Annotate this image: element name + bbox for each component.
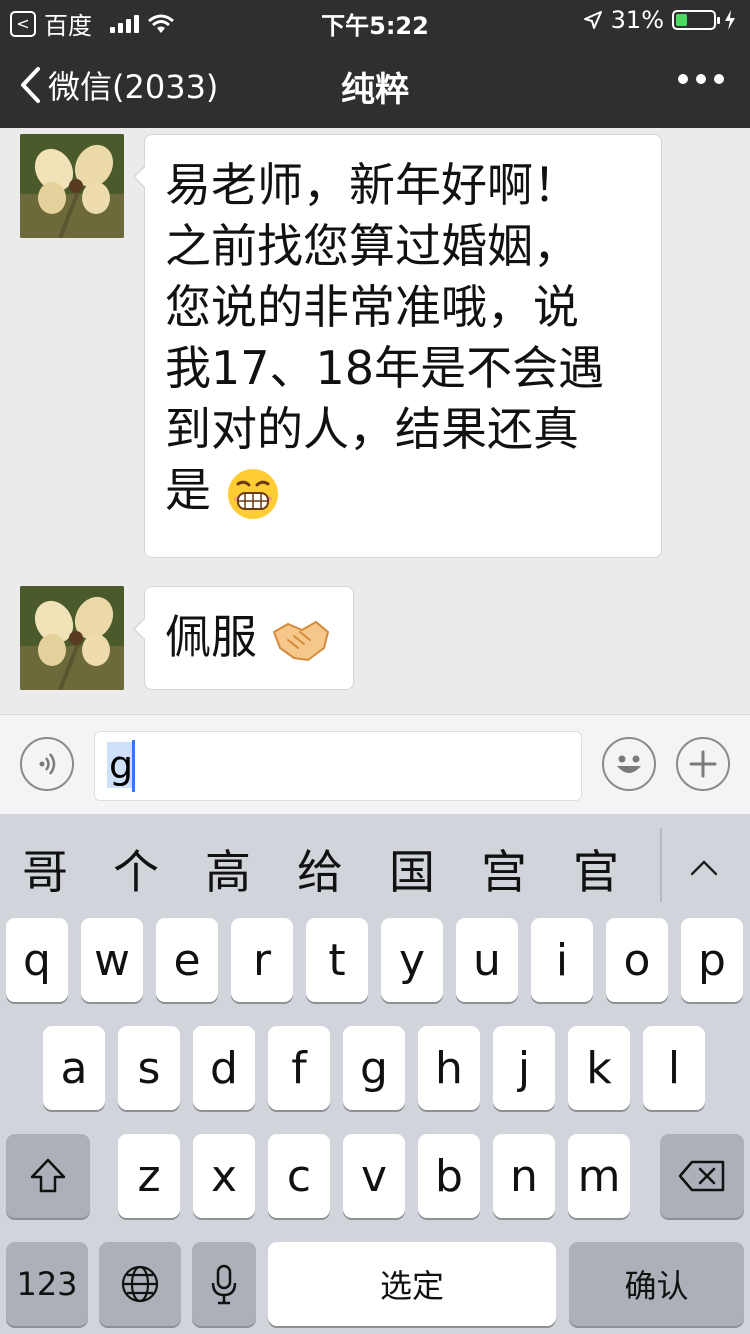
key-r[interactable]: r <box>231 918 293 1002</box>
key-m[interactable]: m <box>568 1134 630 1218</box>
candidate-divider <box>660 828 662 902</box>
message-last-line: 是 <box>165 460 641 521</box>
message-item: 易老师，新年好啊！ 之前找您算过婚姻， 您说的非常准哦，说 我17、18年是不会… <box>20 134 662 558</box>
smiley-icon <box>617 755 641 773</box>
key-i[interactable]: i <box>531 918 593 1002</box>
key-p[interactable]: p <box>681 918 743 1002</box>
message-input[interactable]: g <box>94 731 582 801</box>
key-q[interactable]: q <box>6 918 68 1002</box>
emoji-button[interactable] <box>602 737 656 791</box>
key-j[interactable]: j <box>493 1026 555 1110</box>
shift-key[interactable] <box>6 1134 90 1218</box>
flower-avatar-image <box>20 586 124 690</box>
message-item: 佩服 <box>20 586 354 690</box>
chat-header: 微信(2033) 纯粹 <box>0 40 750 128</box>
dictation-key[interactable] <box>192 1242 256 1326</box>
candidate-word[interactable]: 官 <box>573 836 619 902</box>
key-e[interactable]: e <box>156 918 218 1002</box>
plus-icon <box>689 750 717 778</box>
message-line: 之前找您算过婚姻， <box>165 219 579 273</box>
candidate-word[interactable]: 给 <box>297 836 343 902</box>
key-k[interactable]: k <box>568 1026 630 1110</box>
candidate-word[interactable]: 高 <box>205 836 251 902</box>
candidate-word[interactable]: 国 <box>389 836 435 902</box>
key-l[interactable]: l <box>643 1026 705 1110</box>
key-s[interactable]: s <box>118 1026 180 1110</box>
battery-percent: 31% <box>610 6 664 34</box>
globe-key[interactable] <box>99 1242 181 1326</box>
message-line: 易老师，新年好啊！ <box>165 158 579 212</box>
key-o[interactable]: o <box>606 918 668 1002</box>
space-key[interactable]: 选定 <box>268 1242 556 1326</box>
status-right: 31% <box>583 6 736 34</box>
voice-input-button[interactable] <box>20 737 74 791</box>
message-bubble[interactable]: 易老师，新年好啊！ 之前找您算过婚姻， 您说的非常准哦，说 我17、18年是不会… <box>133 134 662 558</box>
backspace-icon <box>678 1160 725 1192</box>
message-list[interactable]: 易老师，新年好啊！ 之前找您算过婚姻， 您说的非常准哦，说 我17、18年是不会… <box>0 128 750 714</box>
confirm-key[interactable]: 确认 <box>569 1242 744 1326</box>
key-d[interactable]: d <box>193 1026 255 1110</box>
message-line: 是 <box>165 463 211 517</box>
message-input-bar: g <box>0 714 750 814</box>
key-g[interactable]: g <box>343 1026 405 1110</box>
voice-icon <box>39 753 56 775</box>
numbers-key[interactable]: 123 <box>6 1242 88 1326</box>
message-line: 我17、18年是不会遇 <box>165 341 605 395</box>
grinning-face-emoji <box>227 468 278 519</box>
key-v[interactable]: v <box>343 1134 405 1218</box>
status-bar: < 百度 下午5:22 31% <box>0 0 750 40</box>
key-a[interactable]: a <box>43 1026 105 1110</box>
flower-avatar-image <box>20 134 124 238</box>
location-arrow-icon <box>583 11 602 29</box>
candidate-bar: 哥 个 高 给 国 宫 官 <box>0 814 750 914</box>
more-icon[interactable] <box>678 74 724 84</box>
key-x[interactable]: x <box>193 1134 255 1218</box>
key-u[interactable]: u <box>456 918 518 1002</box>
chat-title: 纯粹 <box>341 70 409 110</box>
delete-key[interactable] <box>660 1134 744 1218</box>
message-line: 佩服 <box>165 610 257 664</box>
candidate-word[interactable]: 宫 <box>481 836 527 902</box>
key-z[interactable]: z <box>118 1134 180 1218</box>
battery-fill <box>676 14 687 26</box>
composing-text: g <box>107 742 136 788</box>
key-h[interactable]: h <box>418 1026 480 1110</box>
key-b[interactable]: b <box>418 1134 480 1218</box>
more-actions-button[interactable] <box>676 737 730 791</box>
chevron-up-icon[interactable] <box>690 854 718 882</box>
avatar[interactable] <box>20 586 124 690</box>
avatar[interactable] <box>20 134 124 238</box>
message-bubble[interactable]: 佩服 <box>133 586 354 690</box>
key-f[interactable]: f <box>268 1026 330 1110</box>
key-w[interactable]: w <box>81 918 143 1002</box>
shift-icon <box>30 1158 66 1193</box>
key-n[interactable]: n <box>493 1134 555 1218</box>
text-caret <box>132 740 135 792</box>
key-t[interactable]: t <box>306 918 368 1002</box>
charging-bolt-icon <box>725 10 735 30</box>
key-y[interactable]: y <box>381 918 443 1002</box>
keyboard: 哥 个 高 给 国 宫 官 q w e r t y u i o p a s d … <box>0 814 750 1334</box>
globe-icon <box>121 1265 159 1303</box>
candidate-word[interactable]: 个 <box>113 836 159 902</box>
message-line: 您说的非常准哦，说 <box>165 280 579 334</box>
candidate-word[interactable]: 哥 <box>22 836 68 902</box>
battery-icon <box>672 10 720 30</box>
microphone-icon <box>211 1264 237 1305</box>
handshake-emoji <box>272 620 329 661</box>
key-c[interactable]: c <box>268 1134 330 1218</box>
message-line: 到对的人，结果还真 <box>165 402 579 456</box>
